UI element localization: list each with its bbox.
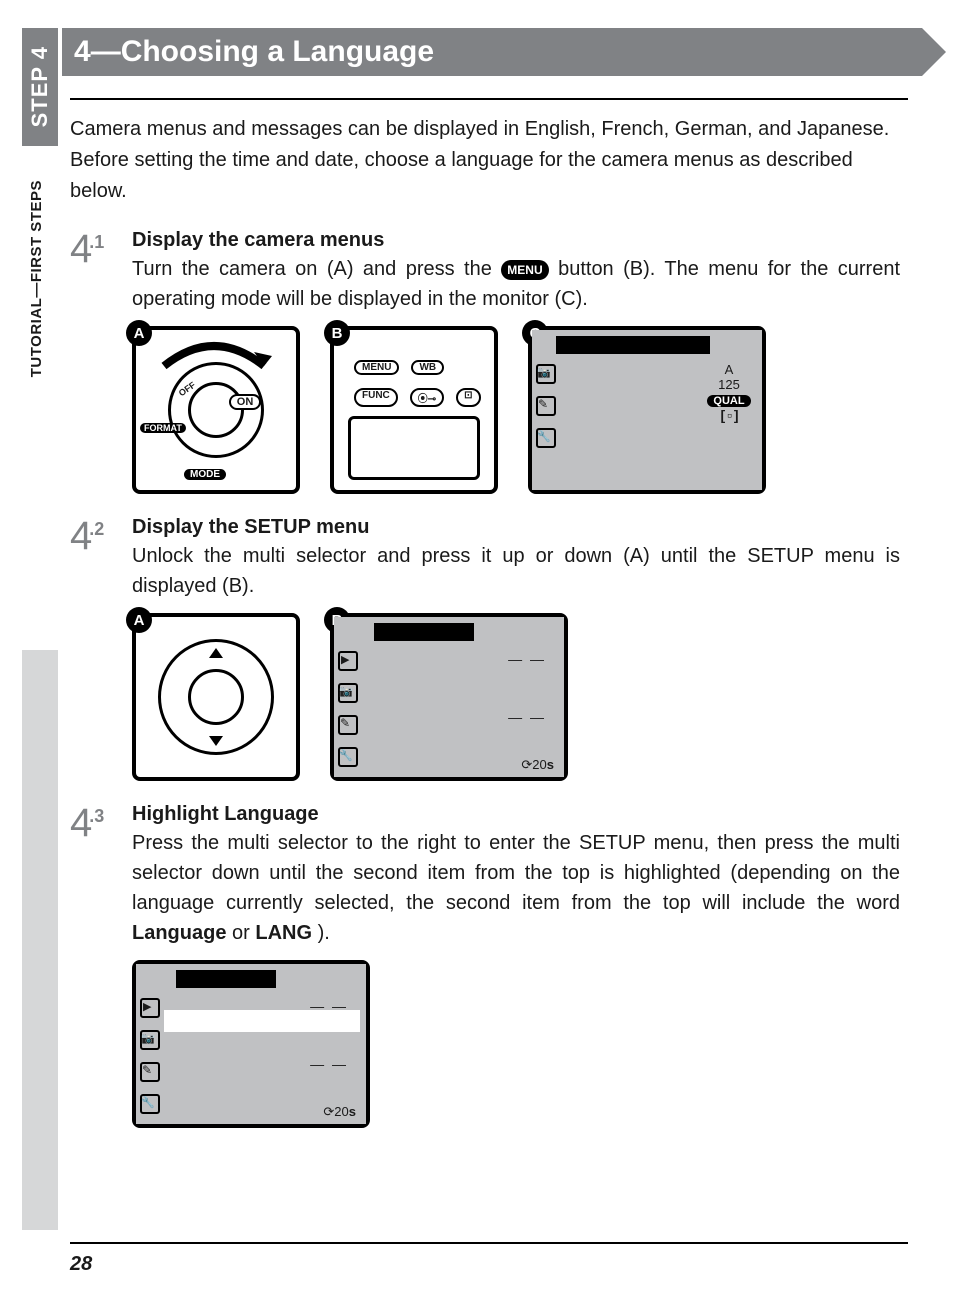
custom-tab-icon <box>140 1062 160 1082</box>
figure-label: A <box>126 320 152 346</box>
mode-value: A <box>706 362 752 377</box>
monitor-title-bar <box>556 336 710 354</box>
custom-tab-icon <box>536 396 556 416</box>
page-number: 28 <box>70 1253 92 1276</box>
button-row-2: FUNC ⦿⊸ ⊡ <box>354 388 481 407</box>
camera-tab-icon <box>140 1030 160 1050</box>
step-number: 4.2 <box>70 516 132 781</box>
step-number: 4.1 <box>70 229 132 494</box>
mode-label: MODE <box>184 469 226 480</box>
language-bold: Language <box>132 922 226 944</box>
figure-row-1: A ON OFF FORMAT MODE B <box>132 326 900 494</box>
monitor-title-bar <box>374 623 474 641</box>
figure-4-3: — — — — ⟳20s <box>132 960 370 1128</box>
heading-dash: — <box>91 35 121 69</box>
step-4-3: 4.3 Highlight Language Press the multi s… <box>70 803 900 1128</box>
monitor-screen: A 125 QUAL [ ▫ ] <box>532 330 762 490</box>
button-row-1: MENU WB <box>354 360 444 375</box>
camera-tab-icon <box>338 683 358 703</box>
heading-number: 4 <box>74 35 91 69</box>
format-label: FORMAT <box>140 423 186 433</box>
lcd-frame-icon <box>348 416 480 480</box>
monitor-title-bar <box>176 970 276 988</box>
monitor-tab-strip <box>536 358 556 484</box>
dash-value: — — <box>508 709 546 725</box>
power-dial-icon <box>168 362 264 458</box>
timer-icon: ⟳ <box>323 1104 334 1119</box>
monitor-timer: ⟳20s <box>323 1104 356 1120</box>
setup-tab-icon <box>536 428 556 448</box>
dash-value: — — <box>310 998 348 1014</box>
focus-brackets-icon: [ ▫ ] <box>706 407 752 423</box>
figure-label: B <box>324 320 350 346</box>
menu-button-icon: MENU <box>501 260 548 280</box>
step-title: Display the SETUP menu <box>132 516 900 539</box>
heading-ribbon: 4 — Choosing a Language <box>62 28 922 76</box>
intro-paragraph: Camera menus and messages can be display… <box>70 114 900 207</box>
figure-label: A <box>126 607 152 633</box>
af-pill-icon: ⊡ <box>456 388 480 407</box>
step-text: Turn the camera on (A) and press the MEN… <box>132 254 900 314</box>
footer-rule <box>70 1242 908 1244</box>
qual-pill-icon: QUAL <box>707 395 750 407</box>
timer-icon: ⟳ <box>521 757 532 772</box>
multi-selector-icon <box>158 639 274 755</box>
func-pill-icon: FUNC <box>354 388 398 407</box>
dash-value: — — <box>310 1056 348 1072</box>
wb-pill-icon: WB <box>411 360 444 375</box>
camera-tab-icon <box>536 364 556 384</box>
section-side-label: TUTORIAL—FIRST STEPS <box>28 180 58 650</box>
figure-4-1-b: B MENU WB FUNC ⦿⊸ ⊡ <box>330 326 498 494</box>
step-title: Highlight Language <box>132 803 900 826</box>
step-tab: STEP 4 <box>22 28 58 146</box>
lang-bold: LANG <box>255 922 312 944</box>
iso-value: 125 <box>706 377 752 392</box>
on-label: ON <box>229 394 262 410</box>
figure-row-2: A B <box>132 613 900 781</box>
step-tab-label: STEP 4 <box>27 46 53 127</box>
setup-tab-icon <box>140 1094 160 1114</box>
step-number: 4.3 <box>70 803 132 1128</box>
figure-row-3: — — — — ⟳20s <box>132 960 900 1128</box>
dash-value: — — <box>508 651 546 667</box>
manual-page: STEP 4 TUTORIAL—FIRST STEPS 4 — Choosing… <box>0 0 954 1314</box>
step-4-2: 4.2 Display the SETUP menu Unlock the mu… <box>70 516 900 781</box>
figure-4-1-c: C A 125 QUAL <box>528 326 766 494</box>
monitor-screen: — — — — ⟳20s <box>136 964 366 1124</box>
play-pill-icon: ⦿⊸ <box>410 388 444 407</box>
figure-4-2-a: A <box>132 613 300 781</box>
figure-4-1-a: A ON OFF FORMAT MODE <box>132 326 300 494</box>
playback-tab-icon <box>140 998 160 1018</box>
step-text: Unlock the multi selector and press it u… <box>132 541 900 601</box>
figure-4-2-b: B — — — — ⟳20s <box>330 613 568 781</box>
step-title: Display the camera menus <box>132 229 900 252</box>
custom-tab-icon <box>338 715 358 735</box>
heading-title: Choosing a Language <box>121 35 434 69</box>
setup-tab-icon <box>338 747 358 767</box>
heading-rule <box>70 98 908 100</box>
monitor-tab-strip <box>140 992 160 1118</box>
up-arrow-icon <box>209 648 223 658</box>
menu-pill-icon: MENU <box>354 360 399 375</box>
step-text: Press the multi selector to the right to… <box>132 828 900 948</box>
monitor-screen: — — — — ⟳20s <box>334 617 564 777</box>
content-area: Camera menus and messages can be display… <box>70 114 900 1128</box>
down-arrow-icon <box>209 736 223 746</box>
playback-tab-icon <box>338 651 358 671</box>
side-grey-strip <box>22 650 58 1230</box>
monitor-right-column: A 125 QUAL [ ▫ ] <box>706 362 752 423</box>
monitor-tab-strip <box>338 645 358 771</box>
step-4-1: 4.1 Display the camera menus Turn the ca… <box>70 229 900 494</box>
monitor-timer: ⟳20s <box>521 757 554 773</box>
